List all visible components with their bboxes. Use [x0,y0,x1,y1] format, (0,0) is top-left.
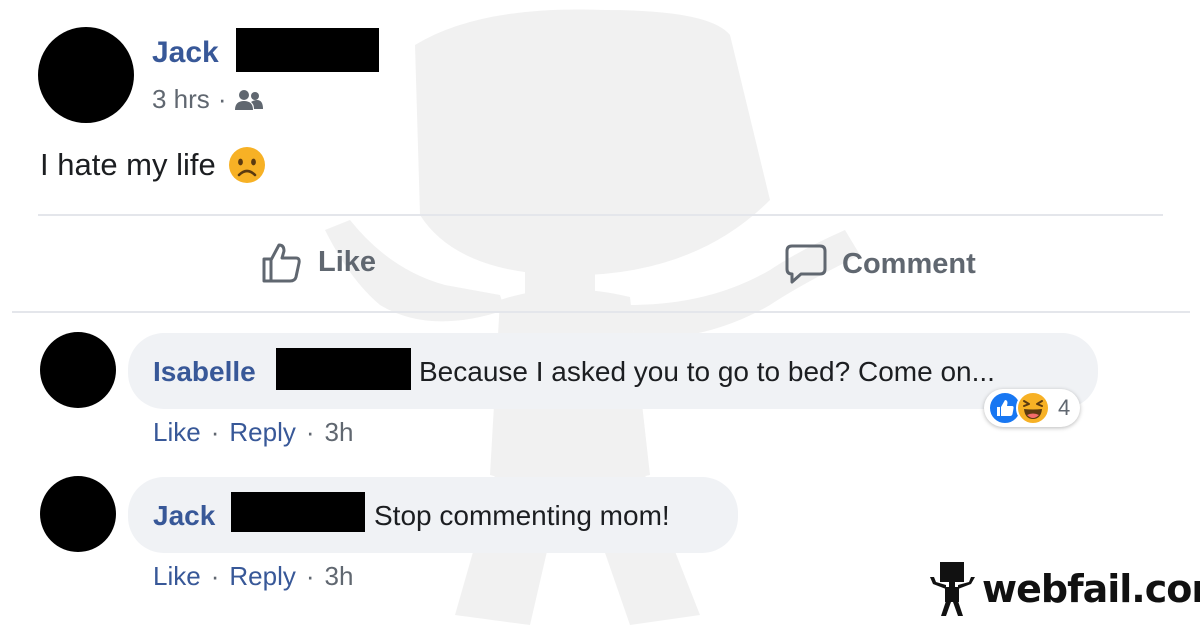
comment-author-name[interactable]: Jack [153,500,215,532]
post-body: I hate my life [40,146,266,184]
post-author-avatar[interactable] [38,27,134,123]
post-divider [38,214,1163,216]
redacted-surname [276,348,411,390]
comment-like-link[interactable]: Like [153,561,201,592]
like-button[interactable]: Like [260,240,376,284]
post-text: I hate my life [40,147,216,182]
comment-reply-link[interactable]: Reply [229,417,295,448]
action-separator: · [305,417,315,447]
frowning-face-emoji [228,147,265,183]
haha-reaction-icon [1016,391,1050,425]
redacted-surname [236,28,379,72]
comment-label: Comment [842,247,976,280]
comment-actions: Like · Reply · 3h [153,561,353,592]
comment-actions: Like · Reply · 3h [153,417,353,448]
post-author-name[interactable]: Jack [152,36,219,70]
action-separator: · [210,561,220,591]
comment-like-link[interactable]: Like [153,417,201,448]
post-timestamp[interactable]: 3 hrs [152,84,210,115]
comment-timestamp[interactable]: 3h [325,561,354,592]
post-meta: 3 hrs · [152,84,264,115]
comment-button[interactable]: Comment [784,242,976,286]
comment-text: Because I asked you to go to bed? Come o… [419,356,995,387]
webfail-logo-text: webfail.com [982,567,1200,611]
action-separator: · [305,561,315,591]
like-label: Like [318,245,377,278]
friends-icon [235,89,264,110]
comment-author-avatar[interactable] [40,476,116,552]
comment-text: Stop commenting mom! [374,500,670,531]
comment-reply-link[interactable]: Reply [229,561,295,592]
reaction-count: 4 [1058,395,1071,420]
comment-author-name[interactable]: Isabelle [153,356,256,388]
comment-reactions[interactable]: 4 [984,389,1081,427]
comments-divider [12,311,1190,313]
action-separator: · [210,417,220,447]
thumbs-up-icon [262,243,301,283]
webfail-logo: webfail.com [928,560,1200,618]
meta-separator: · [217,84,227,114]
comment-author-avatar[interactable] [40,332,116,408]
redacted-surname [231,492,365,532]
webfail-mascot-icon [930,562,975,616]
comment-timestamp[interactable]: 3h [325,417,354,448]
comment-bubble-icon [785,244,827,284]
